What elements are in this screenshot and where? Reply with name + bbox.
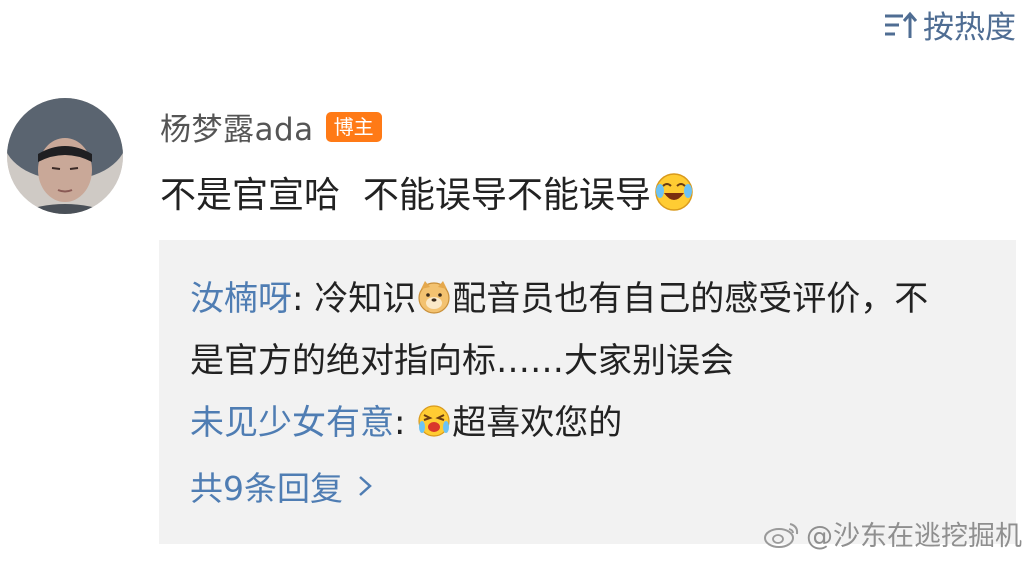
watermark-text: @沙东在逃挖掘机 bbox=[806, 521, 1022, 552]
doge-emoji bbox=[418, 281, 450, 314]
blogger-badge: 博主 bbox=[325, 111, 382, 142]
comment-text: 不是官宣哈 不能误导不能误导 bbox=[160, 166, 695, 218]
weibo-logo bbox=[764, 522, 799, 548]
reply-text: 超喜欢您的 bbox=[452, 403, 623, 443]
reply-item[interactable]: 汝楠呀: 冷知识 配音员也有自己的感受评价，不是官方的绝对指向标……大家别误会 bbox=[190, 268, 950, 392]
laugh-cry-emoji bbox=[655, 173, 693, 211]
comment-item: 杨梦露ada 博主 不是官宣哈 不能误导不能误导 汝楠呀: 冷知识 配音员也有自… bbox=[0, 0, 1032, 561]
author-line: 杨梦露ada 博主 bbox=[160, 104, 382, 149]
excited-cry-emoji bbox=[418, 405, 450, 437]
reply-panel: 汝楠呀: 冷知识 配音员也有自己的感受评价，不是官方的绝对指向标……大家别误会 … bbox=[159, 240, 1016, 544]
reply-item[interactable]: 未见少女有意: 超喜欢您的 bbox=[190, 392, 622, 454]
avatar[interactable] bbox=[7, 98, 123, 214]
more-replies-label: 共9条回复 bbox=[190, 469, 343, 508]
reply-text-prefix: 冷知识 bbox=[314, 279, 417, 319]
comment-body: 不是官宣哈 不能误导不能误导 bbox=[160, 175, 651, 216]
author-name[interactable]: 杨梦露ada bbox=[160, 104, 314, 149]
chevron-right-icon bbox=[359, 476, 372, 496]
reply-username[interactable]: 汝楠呀 bbox=[190, 279, 292, 319]
view-all-replies-button[interactable]: 共9条回复 bbox=[190, 462, 373, 510]
avatar-photo bbox=[7, 98, 123, 214]
watermark: @沙东在逃挖掘机 bbox=[762, 514, 1022, 553]
reply-separator: : bbox=[394, 403, 417, 443]
reply-separator: : bbox=[292, 279, 315, 319]
reply-username[interactable]: 未见少女有意 bbox=[190, 403, 394, 443]
